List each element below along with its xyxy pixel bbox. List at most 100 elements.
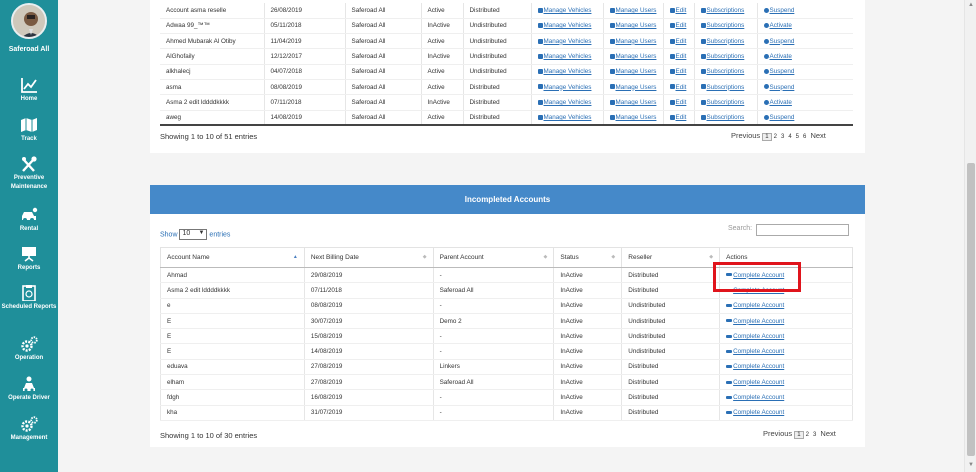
pagination-page[interactable]: 2 — [774, 134, 777, 140]
action-link[interactable]: Activate — [763, 53, 792, 60]
sidebar-item-track[interactable]: Track — [0, 117, 58, 144]
action-link[interactable]: Complete Account — [726, 394, 784, 401]
table-cell-reseller: Distributed — [463, 3, 532, 19]
action-link[interactable]: Manage Vehicles — [537, 53, 591, 60]
pagination-next[interactable]: Next — [810, 131, 825, 140]
column-header-parent-account[interactable]: Parent Account ◆ — [432, 247, 555, 268]
action-link[interactable]: Manage Users — [609, 84, 656, 91]
sidebar-item-home[interactable]: Home — [0, 77, 58, 104]
sidebar-item-rental[interactable]: Rental — [0, 207, 58, 234]
action-link[interactable]: Manage Vehicles — [537, 38, 591, 45]
table-cell: Edit — [663, 3, 695, 19]
action-link[interactable]: Complete Account — [726, 318, 784, 325]
pagination-previous[interactable]: Previous — [731, 131, 760, 140]
action-link[interactable]: Complete Account — [726, 409, 784, 416]
action-link[interactable]: Subscriptions — [700, 22, 744, 29]
pagination-page[interactable]: 2 — [806, 432, 809, 438]
sidebar-item-operation[interactable]: Operation — [0, 336, 58, 363]
action-link[interactable]: Edit — [669, 53, 686, 60]
action-link[interactable]: Subscriptions — [700, 38, 744, 45]
sidebar-item-operate-driver[interactable]: Operate Driver — [0, 376, 58, 403]
pagination-page[interactable]: 1 — [794, 431, 804, 439]
pagination-page[interactable]: 3 — [813, 432, 816, 438]
table-cell-reseller: Distributed — [621, 267, 721, 284]
table-cell-status: InActive — [553, 313, 623, 330]
action-link[interactable]: Edit — [669, 84, 686, 91]
action-link[interactable]: Suspend — [763, 84, 794, 91]
action-link[interactable]: Suspend — [763, 114, 794, 121]
action-link[interactable]: Edit — [669, 114, 686, 121]
table-cell: Subscriptions — [694, 33, 758, 50]
action-link[interactable]: Subscriptions — [700, 99, 744, 106]
table-row: asma 08/08/2019 Saferoad All Active Distribu… — [160, 79, 853, 96]
action-link[interactable]: Subscriptions — [700, 84, 744, 91]
action-link[interactable]: Activate — [763, 99, 792, 106]
pagination-page[interactable]: 6 — [803, 134, 806, 140]
action-link[interactable]: Complete Account — [726, 333, 784, 340]
action-link[interactable]: Manage Users — [609, 68, 656, 75]
action-link[interactable]: Edit — [669, 99, 686, 106]
action-link[interactable]: Complete Account — [726, 363, 784, 370]
table-cell-reseller: Undistributed — [621, 328, 721, 345]
action-link[interactable]: Manage Users — [609, 38, 656, 45]
scroll-up-icon[interactable]: ▲ — [968, 2, 974, 8]
action-link[interactable]: Suspend — [763, 7, 794, 14]
table-row: eduava 27/08/2019 Linkers InActive Distribut… — [160, 359, 853, 376]
action-link[interactable]: Subscriptions — [700, 114, 744, 121]
table-row: AlGhofaily 12/12/2017 Saferoad All InActive… — [160, 48, 853, 65]
page-length-select[interactable]: 10 ▼ — [179, 229, 208, 240]
action-link[interactable]: Suspend — [763, 38, 794, 45]
column-header-reseller[interactable]: Reseller ◆ — [621, 247, 721, 268]
action-link[interactable]: Subscriptions — [700, 7, 744, 14]
avatar[interactable] — [11, 3, 47, 39]
action-link[interactable]: Subscriptions — [700, 68, 744, 75]
action-link[interactable]: Manage Users — [609, 99, 656, 106]
sidebar-brand[interactable]: Saferoad All — [0, 46, 58, 53]
pagination-previous[interactable]: Previous — [763, 429, 792, 438]
sort-icon: ◆ — [611, 254, 616, 260]
action-link[interactable]: Manage Users — [609, 53, 656, 60]
column-header-account-name[interactable]: Account Name ▲ — [160, 247, 305, 268]
action-link[interactable]: Complete Account — [726, 379, 784, 386]
action-link[interactable]: Manage Vehicles — [537, 114, 591, 121]
sidebar-item-reports[interactable]: Reports — [0, 246, 58, 273]
pagination-page[interactable]: 3 — [781, 134, 784, 140]
complete-account-icon — [726, 380, 733, 384]
pagination-page[interactable]: 4 — [788, 134, 791, 140]
action-link[interactable]: Manage Vehicles — [537, 68, 591, 75]
action-link[interactable]: Manage Users — [609, 22, 656, 29]
action-link[interactable]: Manage Vehicles — [537, 7, 591, 14]
sidebar-item-scheduled-reports[interactable]: Scheduled Reports — [0, 285, 58, 312]
action-link[interactable]: Complete Account — [726, 302, 784, 309]
action-link[interactable]: Activate — [763, 22, 792, 29]
action-link[interactable]: Edit — [669, 38, 686, 45]
vertical-scrollbar[interactable]: ▲ ▼ — [964, 0, 976, 472]
action-link[interactable]: Manage Users — [609, 114, 656, 121]
pagination-page[interactable]: 5 — [796, 134, 799, 140]
header-label: Reseller — [628, 254, 653, 261]
action-link[interactable]: Complete Account — [726, 348, 784, 355]
action-link[interactable]: Subscriptions — [700, 53, 744, 60]
action-link[interactable]: Edit — [669, 68, 686, 75]
scrollbar-thumb[interactable] — [967, 163, 975, 456]
action-link[interactable]: Manage Vehicles — [537, 84, 591, 91]
sidebar-item-management[interactable]: Management — [0, 416, 58, 443]
scroll-down-icon[interactable]: ▼ — [968, 462, 974, 468]
table-cell-parent: - — [433, 343, 555, 360]
action-link[interactable]: Suspend — [763, 68, 794, 75]
action-link[interactable]: Edit — [669, 7, 686, 14]
table-cell-name: AlGhofaily — [160, 48, 265, 65]
accounts-panel: Account asma reselle 26/08/2019 Saferoad A… — [150, 0, 865, 153]
sidebar-item-label: Management — [10, 435, 48, 441]
pagination-page[interactable]: 1 — [762, 133, 772, 141]
column-header-status[interactable]: Status ◆ — [553, 247, 623, 268]
action-link[interactable]: Edit — [669, 22, 686, 29]
action-link[interactable]: Manage Users — [609, 7, 656, 14]
action-link-label: Complete Account — [733, 394, 785, 402]
pagination-next[interactable]: Next — [820, 429, 835, 438]
search-input[interactable] — [756, 224, 849, 236]
action-link[interactable]: Manage Vehicles — [537, 99, 591, 106]
action-link[interactable]: Manage Vehicles — [537, 22, 591, 29]
column-header-next-billing-date[interactable]: Next Billing Date ◆ — [303, 247, 434, 268]
sidebar-item-preventive-maintenance[interactable]: Preventive Maintenance — [0, 156, 58, 192]
